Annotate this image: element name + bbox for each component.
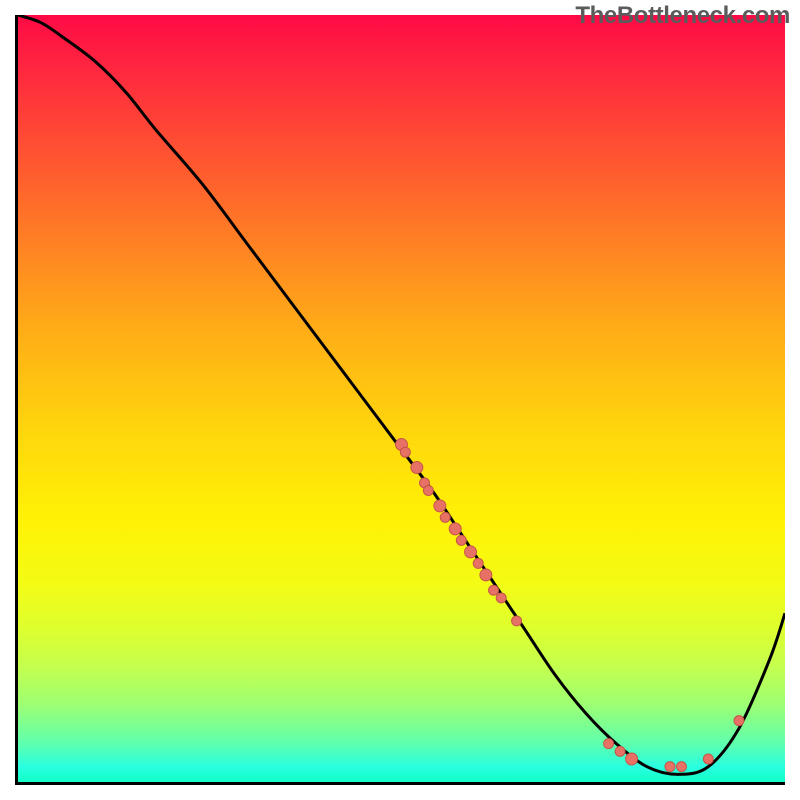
data-point (480, 569, 492, 581)
data-point (615, 746, 625, 756)
data-markers (396, 439, 744, 772)
plot-area (15, 15, 785, 785)
data-point (489, 585, 499, 595)
data-point (440, 512, 450, 522)
bottleneck-curve (18, 15, 785, 774)
data-point (456, 535, 466, 545)
data-point (734, 716, 744, 726)
watermark-text: TheBottleneck.com (575, 2, 790, 30)
data-point (604, 739, 614, 749)
data-point (465, 546, 477, 558)
data-point (473, 558, 483, 568)
chart-container: TheBottleneck.com (0, 0, 800, 800)
data-point (703, 754, 713, 764)
data-point (423, 486, 433, 496)
chart-overlay (18, 15, 785, 782)
data-point (665, 762, 675, 772)
data-point (512, 616, 522, 626)
data-point (626, 753, 638, 765)
data-point (434, 500, 446, 512)
data-point (676, 762, 686, 772)
data-point (496, 593, 506, 603)
data-point (411, 462, 423, 474)
data-point (400, 447, 410, 457)
data-point (449, 523, 461, 535)
